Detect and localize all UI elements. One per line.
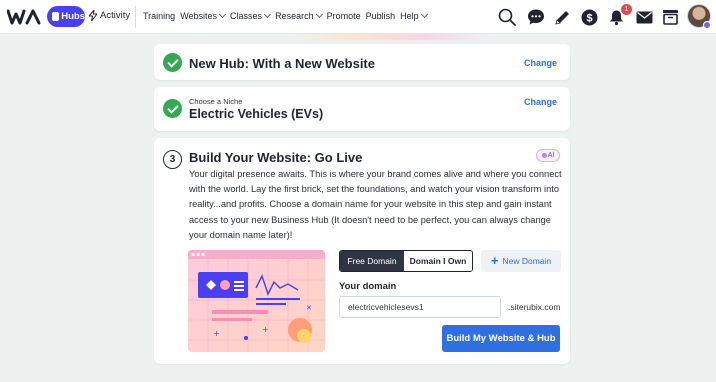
step-description: Your digital presence awaits. This is wh… bbox=[189, 169, 562, 240]
hubs-button[interactable]: Hubs bbox=[47, 6, 85, 27]
tab-domain-i-own[interactable]: Domain I Own bbox=[404, 251, 472, 271]
inbox-icon[interactable] bbox=[660, 7, 680, 27]
lightning-icon bbox=[89, 10, 97, 21]
svg-text:✕: ✕ bbox=[306, 304, 312, 312]
menu-item-research[interactable]: Research bbox=[275, 10, 323, 21]
svg-text:+: + bbox=[213, 329, 220, 338]
domain-suffix: .siterubix.com bbox=[508, 302, 561, 312]
menu-item-classes[interactable]: Classes bbox=[230, 10, 272, 21]
step-title: New Hub: With a New Website bbox=[189, 56, 375, 71]
build-website-button[interactable]: Build My Website & Hub bbox=[442, 325, 560, 352]
svg-text:$: $ bbox=[586, 12, 592, 24]
chevron-down-icon bbox=[264, 10, 272, 19]
nav-divider bbox=[135, 6, 136, 28]
step-card-hub-type: New Hub: With a New Website Change bbox=[154, 44, 570, 80]
menu-label: Promote bbox=[326, 11, 361, 21]
dollar-icon[interactable]: $ bbox=[579, 7, 599, 27]
menu-label: Research bbox=[275, 11, 314, 21]
step-number: 3 bbox=[163, 150, 182, 169]
menu-label: Publish bbox=[365, 11, 396, 21]
menu-label: Training bbox=[143, 11, 176, 21]
menu-label: Help bbox=[400, 11, 419, 21]
domain-type-toggle: Free Domain Domain I Own bbox=[339, 250, 473, 272]
tab-free-domain[interactable]: Free Domain bbox=[340, 251, 404, 271]
ai-label: AI bbox=[547, 152, 555, 159]
main-menu: Training Websites Classes Research Promo… bbox=[143, 10, 428, 21]
activity-link[interactable]: Activity bbox=[89, 10, 130, 21]
step-subtitle: Choose a Niche bbox=[189, 97, 243, 106]
chat-icon[interactable] bbox=[526, 7, 546, 27]
step-card-niche: Choose a Niche Electric Vehicles (EVs) C… bbox=[154, 87, 570, 131]
top-navbar: Hubs Activity Training Websites Classes … bbox=[0, 0, 716, 34]
chevron-down-icon bbox=[420, 10, 428, 19]
activity-label: Activity bbox=[100, 10, 131, 21]
status-dot bbox=[703, 21, 711, 29]
menu-label: Classes bbox=[230, 11, 263, 21]
menu-item-help[interactable]: Help bbox=[400, 10, 428, 21]
menu-item-training[interactable]: Training bbox=[143, 11, 175, 21]
domain-input[interactable]: electricvehiclesevs1 bbox=[339, 296, 501, 318]
check-circle-icon bbox=[163, 53, 182, 72]
step-title: Electric Vehicles (EVs) bbox=[189, 107, 324, 121]
change-link[interactable]: Change bbox=[524, 97, 557, 107]
hubs-label: Hubs bbox=[61, 11, 85, 22]
check-circle-icon bbox=[163, 99, 182, 118]
ai-badge[interactable]: AI bbox=[536, 149, 560, 162]
menu-label: Websites bbox=[180, 11, 218, 21]
step-card-build-website: 3 Build Your Website: Go Live AI Your di… bbox=[154, 138, 570, 364]
change-link[interactable]: Change bbox=[524, 58, 557, 68]
mail-icon[interactable] bbox=[634, 7, 654, 27]
step-title: Build Your Website: Go Live bbox=[189, 150, 363, 165]
website-illustration: + + ✕ bbox=[188, 250, 325, 352]
menu-item-publish[interactable]: Publish bbox=[366, 11, 396, 21]
notification-badge: 1 bbox=[621, 4, 632, 15]
your-domain-label: Your domain bbox=[339, 281, 397, 292]
menu-item-websites[interactable]: Websites bbox=[180, 10, 227, 21]
chevron-down-icon bbox=[315, 10, 323, 19]
new-domain-label: New Domain bbox=[502, 256, 552, 266]
decorative-glow bbox=[290, 34, 490, 40]
new-domain-button[interactable]: + New Domain bbox=[481, 250, 561, 272]
search-icon[interactable] bbox=[497, 7, 517, 27]
svg-text:+: + bbox=[262, 325, 269, 334]
ai-sparkle-icon bbox=[541, 153, 547, 158]
hub-icon bbox=[52, 12, 60, 21]
wa-logo[interactable] bbox=[7, 9, 41, 25]
plus-icon: + bbox=[490, 252, 499, 268]
menu-item-promote[interactable]: Promote bbox=[327, 11, 361, 21]
chevron-down-icon bbox=[219, 10, 227, 19]
pencil-icon[interactable] bbox=[552, 7, 572, 27]
